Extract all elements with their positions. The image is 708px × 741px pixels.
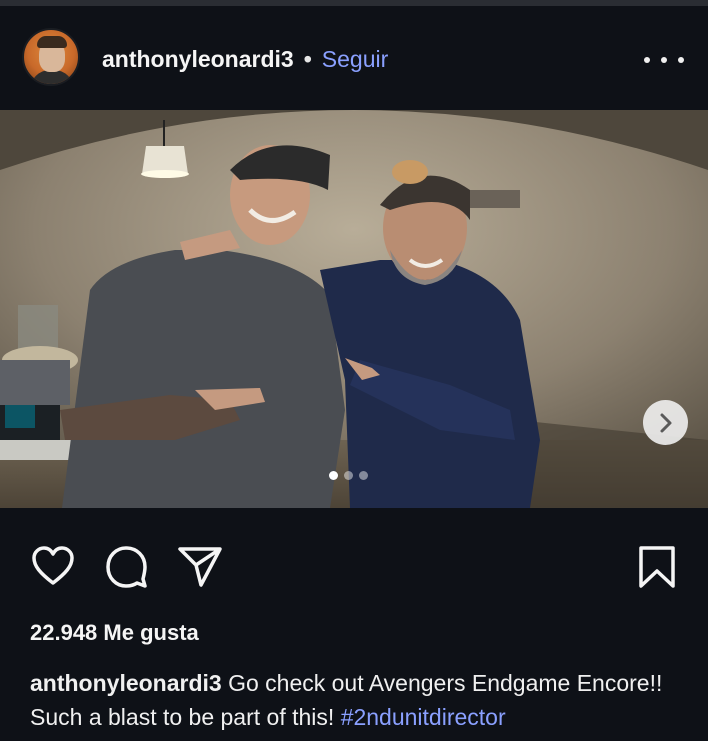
post-caption: anthonyleonardi3 Go check out Avengers E… bbox=[30, 666, 690, 734]
post-photo[interactable] bbox=[0, 110, 708, 508]
separator-dot: • bbox=[303, 46, 312, 72]
photo-illustration bbox=[0, 110, 708, 508]
send-icon bbox=[178, 547, 222, 587]
comment-button[interactable] bbox=[104, 544, 150, 590]
action-bar bbox=[0, 508, 708, 618]
post-header: anthonyleonardi3 • Seguir bbox=[0, 6, 708, 110]
caption-username[interactable]: anthonyleonardi3 bbox=[30, 670, 222, 696]
carousel-dot-1 bbox=[329, 471, 338, 480]
more-options-icon[interactable] bbox=[644, 48, 684, 72]
username-link[interactable]: anthonyleonardi3 bbox=[102, 46, 294, 73]
chevron-right-icon bbox=[660, 413, 671, 432]
likes-count[interactable]: 22.948 Me gusta bbox=[30, 620, 199, 646]
carousel-dot-2 bbox=[344, 471, 353, 480]
follow-button[interactable]: Seguir bbox=[322, 46, 388, 73]
carousel-dot-3 bbox=[359, 471, 368, 480]
save-button[interactable] bbox=[634, 544, 680, 590]
hashtag-link[interactable]: #2ndunitdirector bbox=[341, 704, 506, 730]
like-button[interactable] bbox=[30, 544, 76, 590]
carousel-indicator bbox=[329, 471, 368, 480]
heart-icon bbox=[32, 546, 74, 585]
avatar[interactable] bbox=[22, 28, 80, 86]
bookmark-icon bbox=[639, 546, 675, 588]
next-photo-button[interactable] bbox=[643, 400, 688, 445]
share-button[interactable] bbox=[177, 544, 223, 590]
username-row: anthonyleonardi3 • Seguir bbox=[102, 46, 388, 73]
comment-icon bbox=[106, 546, 147, 588]
